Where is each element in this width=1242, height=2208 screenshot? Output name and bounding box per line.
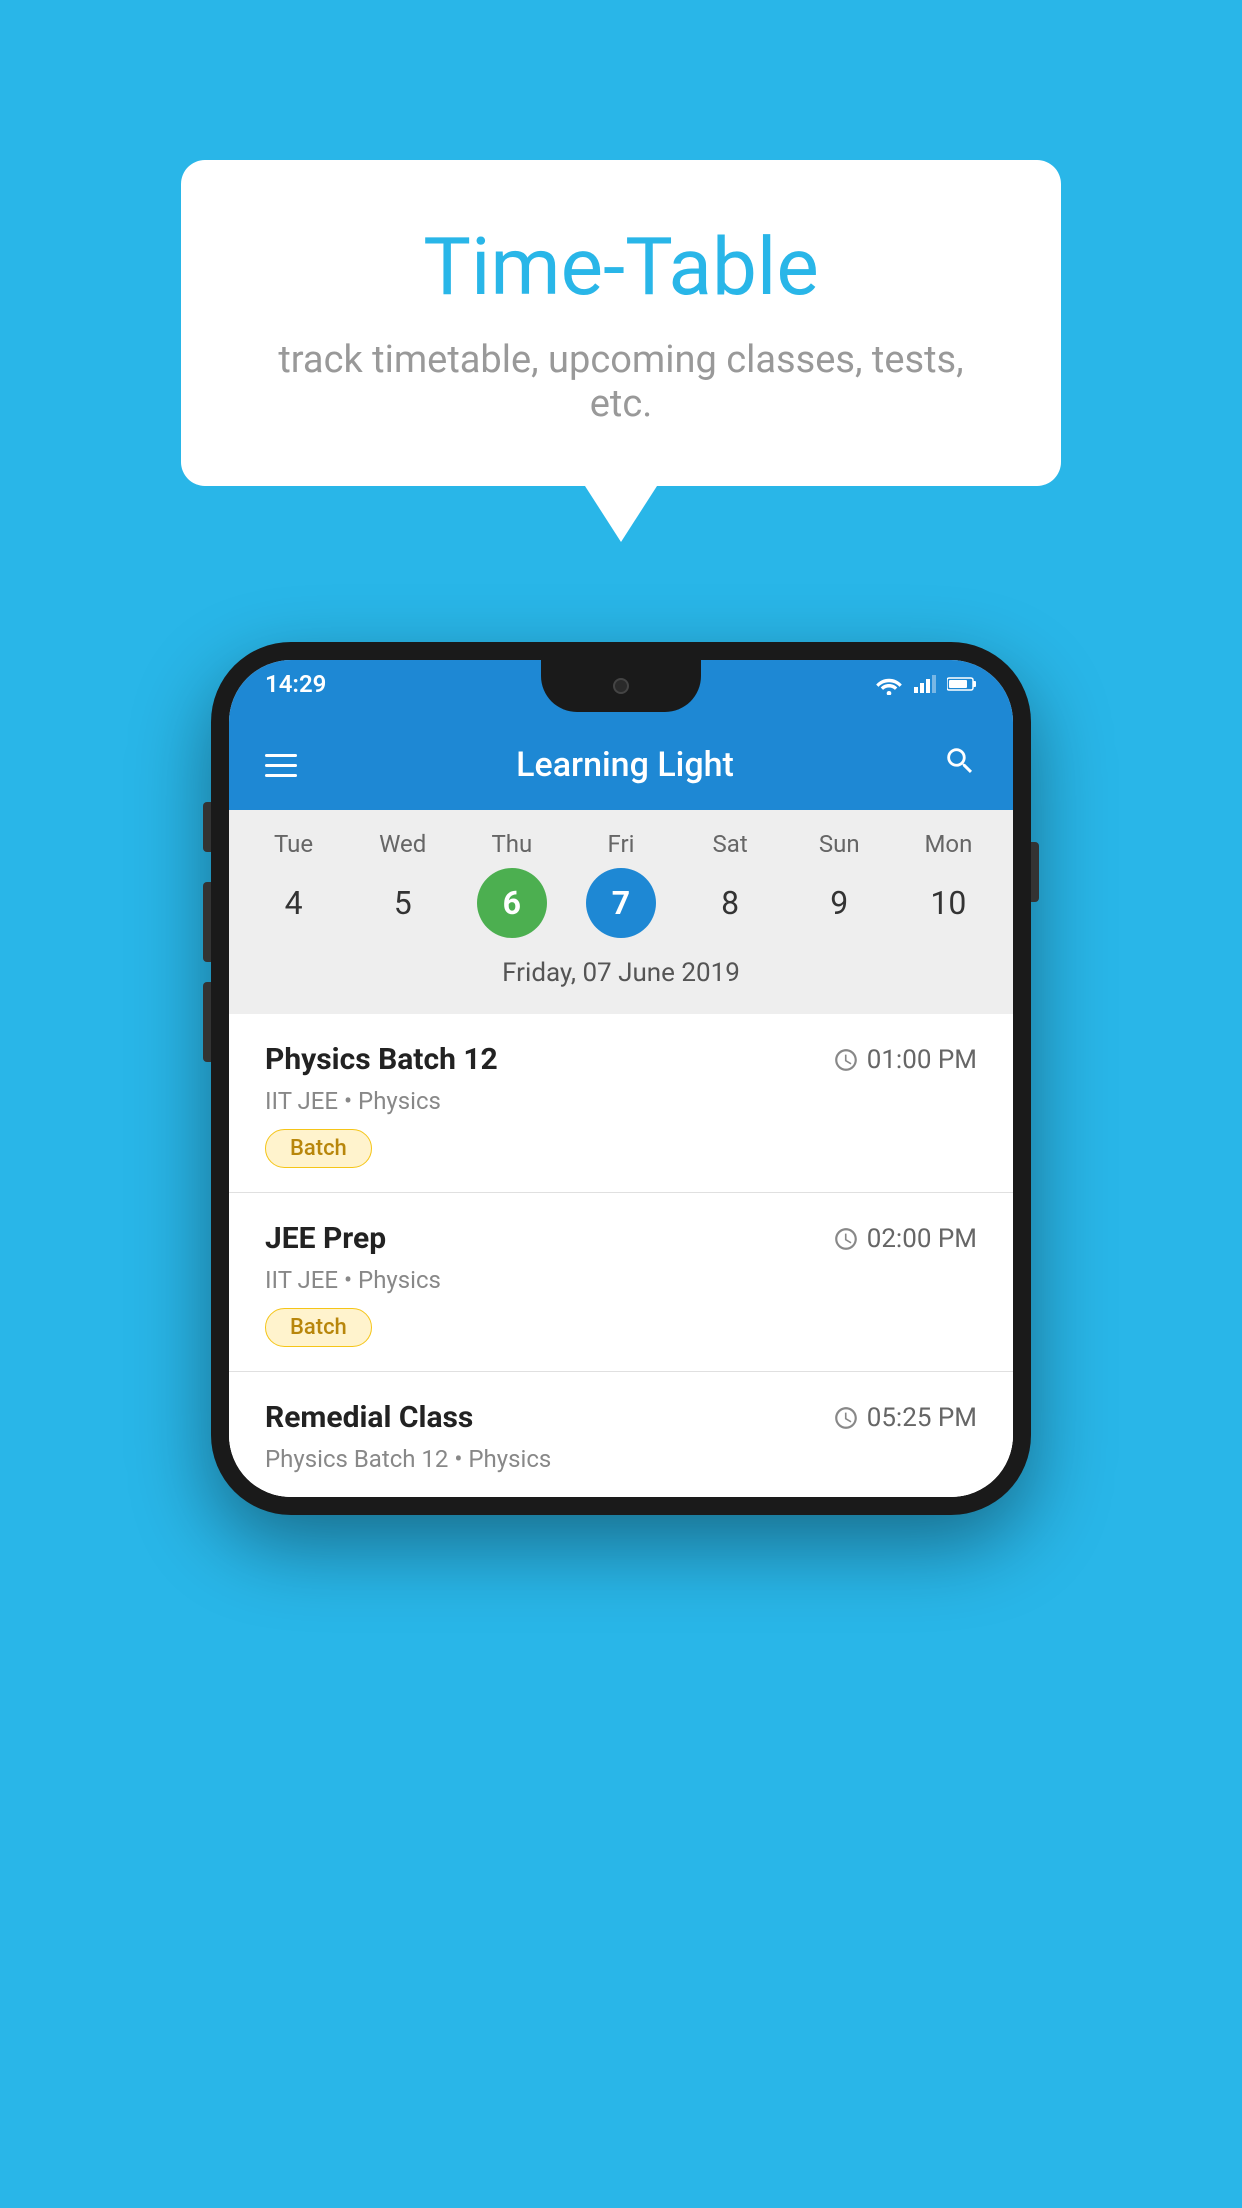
class-1-name: Physics Batch 12 — [265, 1042, 498, 1077]
class-item-2-header: JEE Prep 02:00 PM — [265, 1221, 977, 1256]
front-camera — [613, 678, 629, 694]
speech-bubble-section: Time-Table track timetable, upcoming cla… — [181, 160, 1061, 542]
wifi-icon — [875, 673, 903, 695]
phone-screen: 14:29 — [229, 660, 1013, 1497]
class-3-meta: Physics Batch 12 • Physics — [265, 1445, 977, 1473]
speech-bubble-tail — [585, 486, 657, 542]
search-button[interactable] — [943, 744, 977, 787]
day-headers: Tue Wed Thu Fri Sat Sun Mon — [239, 830, 1003, 858]
class-1-meta: IIT JEE • Physics — [265, 1087, 977, 1115]
class-item-3-header: Remedial Class 05:25 PM — [265, 1400, 977, 1435]
phone-mockup: 14:29 — [211, 642, 1031, 1515]
page-title: Time-Table — [261, 220, 981, 314]
class-2-badge: Batch — [265, 1308, 372, 1347]
day-7-selected[interactable]: 7 — [586, 868, 656, 938]
clock-icon-2 — [833, 1226, 859, 1252]
day-6-today[interactable]: 6 — [477, 868, 547, 938]
day-header-fri: Fri — [571, 830, 671, 858]
class-1-time: 01:00 PM — [833, 1045, 977, 1075]
day-header-sat: Sat — [680, 830, 780, 858]
day-header-thu: Thu — [462, 830, 562, 858]
battery-icon — [947, 675, 977, 693]
calendar-strip: Tue Wed Thu Fri Sat Sun Mon 4 5 6 7 8 9 … — [229, 810, 1013, 1014]
day-5[interactable]: 5 — [368, 868, 438, 938]
class-item-1-header: Physics Batch 12 01:00 PM — [265, 1042, 977, 1077]
page-subtitle: track timetable, upcoming classes, tests… — [261, 338, 981, 426]
day-header-wed: Wed — [353, 830, 453, 858]
clock-icon-1 — [833, 1047, 859, 1073]
class-3-time: 05:25 PM — [833, 1403, 977, 1433]
volume-down-button — [203, 982, 211, 1062]
signal-icon — [913, 673, 937, 695]
day-9[interactable]: 9 — [804, 868, 874, 938]
mute-button — [203, 802, 211, 852]
speech-bubble: Time-Table track timetable, upcoming cla… — [181, 160, 1061, 486]
class-item-3[interactable]: Remedial Class 05:25 PM Physics Batch 12… — [229, 1372, 1013, 1497]
status-icons — [875, 673, 977, 695]
phone-outer: 14:29 — [211, 642, 1031, 1515]
class-item-1[interactable]: Physics Batch 12 01:00 PM IIT JEE • Phys… — [229, 1014, 1013, 1193]
volume-up-button — [203, 882, 211, 962]
class-1-badge: Batch — [265, 1129, 372, 1168]
day-4[interactable]: 4 — [259, 868, 329, 938]
day-header-mon: Mon — [898, 830, 998, 858]
class-2-time: 02:00 PM — [833, 1224, 977, 1254]
day-8[interactable]: 8 — [695, 868, 765, 938]
day-header-tue: Tue — [244, 830, 344, 858]
power-button — [1031, 842, 1039, 902]
hamburger-menu-button[interactable] — [265, 754, 297, 777]
app-toolbar: Learning Light — [229, 720, 1013, 810]
class-2-meta: IIT JEE • Physics — [265, 1266, 977, 1294]
class-3-name: Remedial Class — [265, 1400, 473, 1435]
selected-date-label: Friday, 07 June 2019 — [239, 948, 1003, 1004]
class-list: Physics Batch 12 01:00 PM IIT JEE • Phys… — [229, 1014, 1013, 1497]
clock-icon-3 — [833, 1405, 859, 1431]
class-item-2[interactable]: JEE Prep 02:00 PM IIT JEE • Physics Batc… — [229, 1193, 1013, 1372]
app-title: Learning Light — [331, 745, 919, 785]
day-numbers: 4 5 6 7 8 9 10 — [239, 868, 1003, 938]
day-10[interactable]: 10 — [913, 868, 983, 938]
status-time: 14:29 — [265, 670, 326, 698]
class-2-name: JEE Prep — [265, 1221, 386, 1256]
day-header-sun: Sun — [789, 830, 889, 858]
